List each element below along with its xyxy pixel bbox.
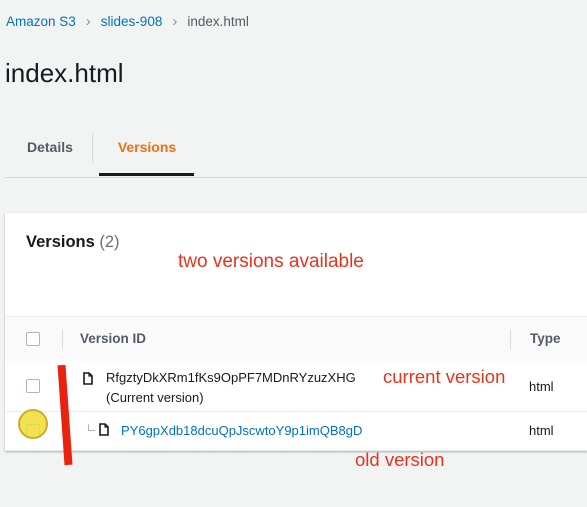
- tab-versions[interactable]: Versions: [100, 133, 194, 176]
- mouse-cursor-highlight: [18, 409, 48, 439]
- version-id-link[interactable]: PY6gpXdb18dcuQpJscwtoY9p1imQB8gD: [121, 423, 362, 438]
- annotation-old-version: old version: [355, 449, 445, 470]
- versions-title: Versions: [26, 233, 95, 251]
- table-row[interactable]: PY6gpXdb18dcuQpJscwtoY9p1imQB8gD html: [5, 412, 587, 451]
- tab-details[interactable]: Details: [27, 133, 73, 176]
- file-icon: [99, 423, 109, 436]
- select-all-checkbox[interactable]: [26, 332, 40, 346]
- page-title: index.html: [5, 58, 124, 88]
- row-checkbox[interactable]: [26, 379, 40, 393]
- chevron-right-icon: ›: [172, 13, 178, 30]
- breadcrumb: Amazon S3 › slides-908 › index.html: [6, 14, 249, 29]
- versions-count: (2): [99, 233, 120, 251]
- tab-bar: Details Versions: [5, 133, 587, 178]
- annotation-two-versions: two versions available: [178, 251, 364, 272]
- column-header-type[interactable]: Type: [530, 331, 561, 346]
- active-tab-indicator: [99, 173, 194, 176]
- column-separator: [510, 329, 511, 349]
- chevron-right-icon: ›: [85, 13, 91, 30]
- version-id: RfgztyDkXRm1fKs9OpPF7MDnRYzuzXHG: [106, 370, 356, 385]
- tree-connector-icon: [88, 424, 95, 431]
- file-icon: [83, 372, 93, 385]
- current-version-label: (Current version): [106, 390, 204, 405]
- annotation-current-version: current version: [383, 366, 506, 387]
- table-header: Version ID Type: [5, 316, 587, 362]
- column-header-version-id[interactable]: Version ID: [80, 331, 146, 346]
- breadcrumb-bucket[interactable]: slides-908: [101, 14, 163, 29]
- type-cell: html: [529, 379, 554, 394]
- type-cell: html: [529, 423, 554, 438]
- breadcrumb-current: index.html: [187, 14, 249, 29]
- tab-divider: [92, 133, 93, 163]
- versions-panel-title: Versions (2): [26, 233, 120, 252]
- breadcrumb-amazon-s3[interactable]: Amazon S3: [6, 14, 76, 29]
- column-separator: [62, 329, 63, 349]
